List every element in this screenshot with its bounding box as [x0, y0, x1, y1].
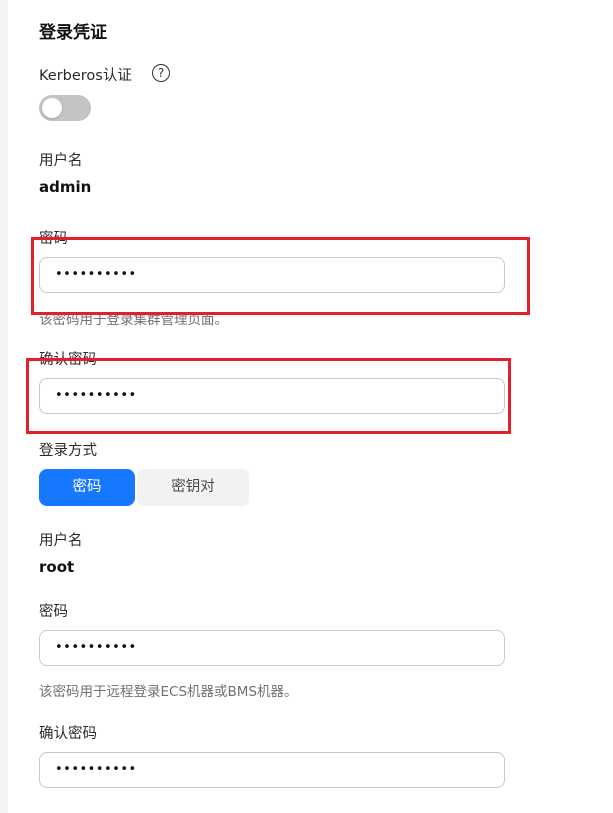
cluster-username-value: admin [39, 178, 92, 196]
cluster-password-hint: 该密码用于登录集群管理页面。 [39, 312, 228, 328]
login-method-label: 登录方式 [39, 443, 97, 459]
node-confirm-input[interactable]: •••••••••• [39, 752, 505, 788]
login-method-keypair-button[interactable]: 密钥对 [137, 469, 249, 506]
cluster-confirm-input[interactable]: •••••••••• [39, 378, 505, 414]
node-confirm-label: 确认密码 [39, 726, 97, 742]
node-password-label: 密码 [39, 604, 68, 620]
node-password-hint: 该密码用于远程登录ECS机器或BMS机器。 [39, 684, 298, 700]
node-username-value: root [39, 558, 75, 576]
login-method-password-button[interactable]: 密码 [39, 469, 135, 506]
help-icon[interactable]: ? [152, 64, 170, 82]
cluster-confirm-label: 确认密码 [39, 352, 97, 368]
section-title: 登录凭证 [39, 23, 107, 43]
cluster-password-label: 密码 [39, 231, 68, 247]
cluster-password-input[interactable]: •••••••••• [39, 257, 505, 293]
toggle-knob [42, 98, 62, 118]
cluster-username-label: 用户名 [39, 153, 83, 169]
node-username-label: 用户名 [39, 533, 83, 549]
left-panel-edge [0, 0, 8, 813]
kerberos-label: Kerberos认证 [39, 68, 132, 84]
kerberos-toggle[interactable] [39, 95, 91, 121]
node-password-input[interactable]: •••••••••• [39, 630, 505, 666]
